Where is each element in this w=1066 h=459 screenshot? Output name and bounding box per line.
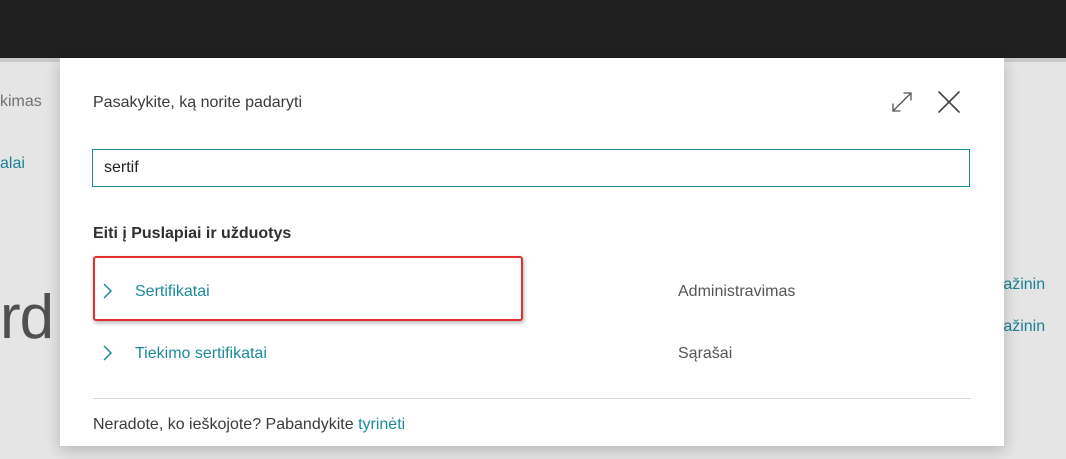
footer-text: Neradote, ko ieškojote? Pabandykite	[93, 416, 359, 433]
dialog-title: Pasakykite, ką norite padaryti	[93, 94, 302, 111]
chevron-right-icon	[103, 345, 113, 361]
expand-icon[interactable]	[889, 89, 915, 115]
result-item-tiekimo-sertifikatai[interactable]: Tiekimo sertifikatai Sąrašai	[93, 334, 973, 374]
search-input[interactable]	[92, 149, 970, 187]
close-icon[interactable]	[934, 87, 964, 117]
footer: Neradote, ko ieškojote? Pabandykite tyri…	[93, 416, 405, 434]
chevron-right-icon	[103, 283, 113, 299]
result-category: Administravimas	[678, 283, 796, 300]
result-category: Sąrašai	[678, 345, 733, 362]
result-label: Tiekimo sertifikatai	[135, 345, 267, 362]
section-heading: Eiti į Puslapiai ir užduotys	[93, 225, 292, 242]
result-label: Sertifikatai	[135, 283, 210, 300]
tell-me-dialog: Pasakykite, ką norite padaryti Eiti į Pu…	[60, 58, 1004, 446]
result-item-sertifikatai[interactable]: Sertifikatai Administravimas	[93, 272, 973, 312]
footer-divider	[93, 398, 971, 399]
explore-link[interactable]: tyrinėti	[358, 416, 405, 433]
